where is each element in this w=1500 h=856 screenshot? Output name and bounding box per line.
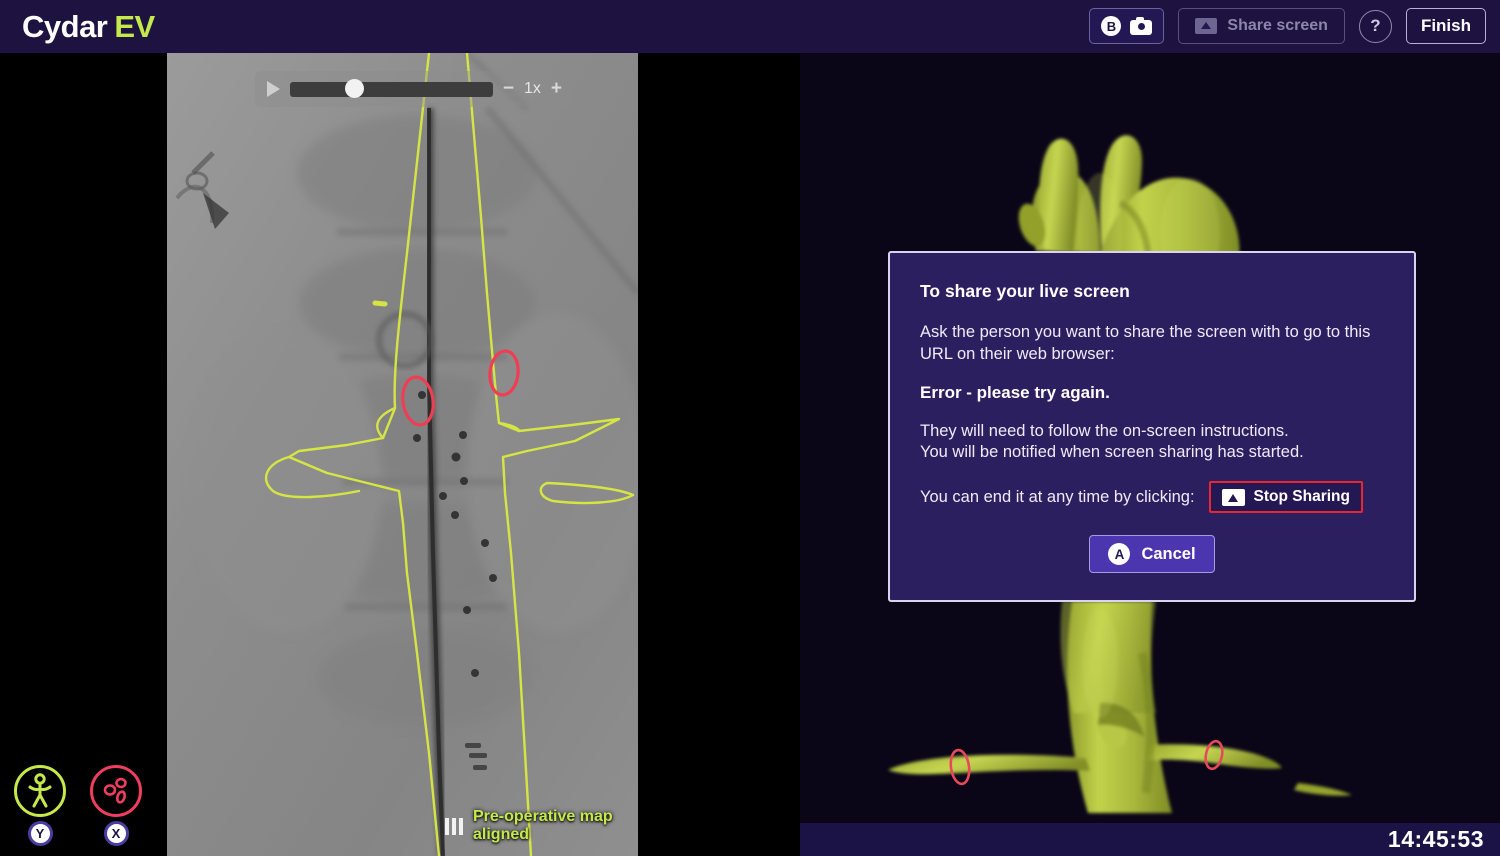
ostia-markers-glyph	[103, 777, 127, 804]
human-figure-glyph	[28, 773, 52, 808]
finish-button[interactable]: Finish	[1405, 8, 1486, 44]
ostia-markers-toggle[interactable]: X	[89, 765, 143, 846]
share-screen-button[interactable]: Share screen	[1178, 8, 1345, 44]
anatomy-overlay-toggle[interactable]: Y	[13, 765, 67, 846]
seek-handle[interactable]	[345, 79, 364, 98]
share-screen-dialog: To share your live screen Ask the person…	[888, 251, 1416, 602]
alignment-status-text: Pre-operative map aligned	[473, 808, 613, 843]
speed-increase-button[interactable]: +	[551, 78, 562, 100]
status-bar: 14:45:53	[800, 823, 1500, 856]
stop-sharing-button[interactable]: Stop Sharing	[1208, 481, 1363, 514]
cancel-label: Cancel	[1141, 544, 1196, 563]
playback-controls[interactable]: − 1x +	[255, 71, 572, 107]
speed-decrease-button[interactable]: −	[503, 78, 514, 100]
dialog-end-prefix: You can end it at any time by clicking:	[920, 487, 1195, 506]
cancel-key-badge: A	[1108, 543, 1131, 566]
alignment-status: Pre-operative map aligned	[445, 808, 638, 844]
header-controls: B Share screen ? Finish	[1089, 8, 1486, 44]
help-button[interactable]: ?	[1358, 9, 1392, 43]
dialog-error-message: Error - please try again.	[920, 382, 1110, 402]
dialog-title: To share your live screen	[920, 281, 1130, 301]
dialog-actions: A Cancel	[920, 535, 1384, 574]
dialog-followup-line1: They will need to follow the on-screen i…	[920, 421, 1289, 440]
share-screen-label: Share screen	[1227, 17, 1328, 34]
logo-accent-text: EV	[114, 8, 155, 44]
app-logo: Cydar EV	[22, 9, 155, 45]
human-figure-icon	[14, 765, 66, 817]
cancel-button[interactable]: A Cancel	[1089, 535, 1215, 574]
playback-speed-label: 1x	[523, 80, 541, 97]
ostia-toggle-key: X	[103, 821, 129, 846]
fluoroscopy-image[interactable]: − 1x + Pre-operative map aligned	[167, 53, 638, 856]
share-screen-icon	[1195, 18, 1218, 34]
capture-controls-group[interactable]: B	[1089, 8, 1165, 44]
app-header: Cydar EV B Share screen ? Finish	[0, 0, 1500, 53]
dialog-instruction: Ask the person you want to share the scr…	[920, 323, 1371, 363]
dialog-followup: They will need to follow the on-screen i…	[920, 421, 1384, 465]
fluoroscopy-render	[167, 53, 638, 856]
share-screen-icon	[1221, 488, 1245, 506]
cydar-ev-application: Cydar EV B Share screen ? Finish − 1x + …	[0, 0, 1500, 856]
dialog-end-row: You can end it at any time by clicking: …	[920, 481, 1384, 514]
playback-seek-slider[interactable]	[290, 79, 493, 98]
ostia-markers-icon	[90, 765, 142, 817]
fluoroscopy-panel: − 1x + Pre-operative map aligned Y X	[0, 53, 800, 856]
overlay-toggles: Y X	[13, 765, 143, 846]
camera-icon[interactable]	[1130, 17, 1153, 35]
clock-time: 14:45:53	[1387, 826, 1484, 852]
logo-primary-text: Cydar	[22, 8, 108, 44]
dialog-followup-line2: You will be notified when screen sharing…	[920, 443, 1304, 462]
play-icon[interactable]	[267, 81, 280, 97]
anatomy-toggle-key: Y	[27, 821, 53, 846]
alignment-bars-icon	[445, 817, 463, 835]
stop-sharing-label: Stop Sharing	[1253, 488, 1350, 506]
capture-key-badge: B	[1101, 16, 1122, 36]
